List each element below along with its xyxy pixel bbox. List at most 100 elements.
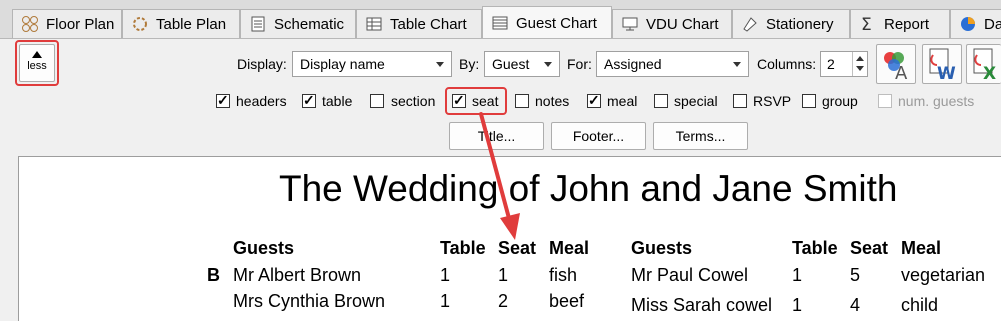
floor-plan-icon — [21, 15, 39, 33]
tab-bar: Floor Plan Table Plan Schematic Table Ch… — [0, 0, 1001, 39]
tab-report[interactable]: Σ Report — [850, 9, 950, 38]
guest-meal: beef — [549, 291, 585, 311]
font-color-button[interactable]: A — [876, 44, 916, 84]
tab-stationery[interactable]: Stationery — [732, 9, 850, 38]
tab-data[interactable]: Da — [950, 9, 1001, 38]
for-value: Assigned — [604, 56, 662, 72]
display-label: Display: — [237, 56, 287, 72]
guest-name: Mrs Cynthia Brown — [233, 291, 386, 311]
header-guests: Guests — [631, 238, 693, 258]
header-seat: Seat — [850, 238, 889, 258]
tab-label: Table Chart — [390, 15, 467, 33]
guest-seat: 2 — [498, 291, 509, 311]
chevron-down-icon — [436, 62, 444, 67]
svg-text:Σ: Σ — [861, 15, 872, 33]
table-label: table — [322, 93, 353, 109]
tab-label: Stationery — [766, 15, 834, 33]
display-select[interactable]: Display name — [292, 51, 452, 77]
columns-label: Columns: — [757, 56, 817, 72]
rsvp-label: RSVP — [753, 93, 792, 109]
guest-name: Mr Paul Cowel — [631, 265, 749, 285]
highlight-seat — [445, 87, 507, 115]
tab-vdu-chart[interactable]: VDU Chart — [612, 9, 732, 38]
tab-floor-plan[interactable]: Floor Plan — [12, 9, 122, 38]
meal-checkbox[interactable] — [587, 92, 601, 109]
guest-name: Miss Sarah cowel — [631, 295, 773, 315]
guest-meal: vegetarian — [901, 265, 986, 285]
svg-text:A: A — [895, 63, 908, 83]
group-label: group — [822, 93, 858, 109]
svg-text:X: X — [983, 64, 996, 83]
terms-button[interactable]: Terms... — [653, 122, 748, 150]
guest-meal: fish — [549, 265, 578, 285]
by-select[interactable]: Guest — [484, 51, 560, 77]
spin-down-icon[interactable] — [856, 66, 864, 71]
header-meal: Meal — [549, 238, 590, 258]
for-select[interactable]: Assigned — [596, 51, 749, 77]
section-letter: B — [207, 265, 220, 285]
header-guests: Guests — [233, 238, 295, 258]
monitor-icon — [621, 15, 639, 33]
special-checkbox[interactable] — [654, 94, 668, 108]
guest-seat: 1 — [498, 265, 509, 285]
tab-schematic[interactable]: Schematic — [240, 9, 356, 38]
guest-table: 1 — [792, 265, 803, 285]
for-label: For: — [567, 56, 592, 72]
guest-table: 1 — [440, 265, 451, 285]
num-guests-checkbox[interactable] — [878, 94, 892, 108]
chevron-down-icon — [544, 62, 552, 67]
columns-value: 2 — [827, 56, 835, 72]
chart-title: The Wedding of John and Jane Smith — [279, 168, 898, 209]
tab-label: Da — [984, 15, 1001, 33]
num-guests-label: num. guests — [898, 93, 975, 109]
tab-label: Schematic — [274, 15, 345, 33]
tab-label: Table Plan — [156, 15, 227, 33]
tab-guest-chart[interactable]: Guest Chart — [482, 6, 612, 38]
by-label: By: — [459, 56, 480, 72]
headers-label: headers — [236, 93, 287, 109]
guest-table: 1 — [792, 295, 803, 315]
header-seat: Seat — [498, 238, 537, 258]
guest-chart-icon — [491, 14, 509, 32]
pie-chart-icon — [959, 15, 977, 33]
header-table: Table — [440, 238, 486, 258]
guest-table: 1 — [440, 291, 451, 311]
meal-label: meal — [607, 93, 638, 109]
tab-label: Report — [884, 15, 930, 33]
guest-chart-preview: The Wedding of John and Jane Smith Guest… — [18, 156, 1001, 321]
headers-checkbox[interactable] — [216, 92, 230, 109]
spin-up-icon[interactable] — [856, 56, 864, 61]
export-excel-button[interactable]: X — [966, 44, 1001, 84]
columns-stepper[interactable]: 2 — [820, 51, 868, 77]
tab-label: Guest Chart — [516, 14, 597, 32]
svg-text:W: W — [937, 64, 956, 83]
notes-checkbox[interactable] — [515, 94, 529, 108]
notes-label: notes — [535, 93, 570, 109]
rsvp-checkbox[interactable] — [733, 94, 747, 108]
font-color-icon: A — [884, 52, 908, 84]
sigma-icon: Σ — [859, 15, 877, 35]
header-table: Table — [792, 238, 838, 258]
by-value: Guest — [492, 56, 530, 72]
tab-table-chart[interactable]: Table Chart — [356, 9, 482, 38]
section-label: section — [391, 93, 436, 109]
header-meal: Meal — [901, 238, 942, 258]
chevron-down-icon — [733, 62, 741, 67]
display-value: Display name — [300, 56, 385, 72]
table-plan-icon — [131, 15, 149, 33]
tab-table-plan[interactable]: Table Plan — [122, 9, 240, 38]
highlight-less — [15, 40, 59, 86]
special-label: special — [674, 93, 718, 109]
schematic-icon — [249, 15, 267, 33]
group-checkbox[interactable] — [802, 94, 816, 108]
guest-name: Mr Albert Brown — [233, 265, 362, 285]
export-word-button[interactable]: W — [922, 44, 962, 84]
word-export-icon: W — [929, 48, 956, 84]
guest-seat: 5 — [850, 265, 861, 285]
stationery-icon — [741, 15, 759, 33]
table-checkbox[interactable] — [302, 92, 316, 109]
footer-button[interactable]: Footer... — [551, 122, 646, 150]
section-checkbox[interactable] — [370, 94, 384, 108]
title-button[interactable]: Title... — [449, 122, 544, 150]
excel-export-icon: X — [973, 48, 996, 84]
